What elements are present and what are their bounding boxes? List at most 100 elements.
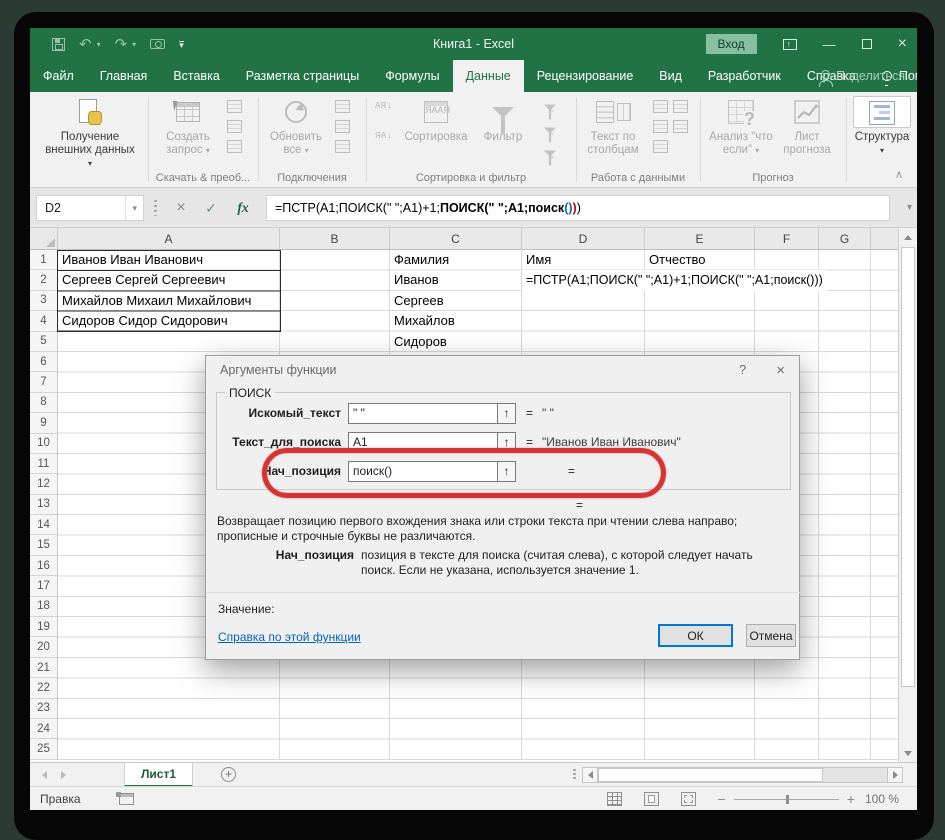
enter-entry-button[interactable]: ✓ [198,195,224,221]
cell-c5[interactable]: Сидоров [394,332,447,352]
row-header[interactable]: 12 [30,474,57,495]
camera-icon[interactable] [150,39,166,49]
row-header[interactable]: 13 [30,495,57,516]
row-header[interactable]: 3 [30,291,57,312]
field-input-iskomy-tekst[interactable]: " " [348,402,498,424]
collapse-ribbon-icon[interactable]: ∧ [895,168,903,181]
horizontal-scrollbar-thumb[interactable] [598,768,824,782]
select-all-corner[interactable] [30,228,58,249]
vertical-scrollbar[interactable] [898,228,917,762]
cell-c1[interactable]: Фамилия [394,250,449,270]
undo-icon[interactable]: ↶ [79,37,92,52]
refresh-all-button[interactable]: Обновить все ▾ [263,96,329,157]
formula-input[interactable]: =ПСТР(A1;ПОИСК(" ";A1)+1; ПОИСК(" ";A1;по… [266,195,890,221]
scroll-right-icon[interactable] [887,767,903,783]
cancel-button[interactable]: Отмена [746,624,796,647]
cancel-entry-button[interactable]: × [168,195,194,221]
row-header[interactable]: 23 [30,699,57,719]
tab-formulas[interactable]: Формулы [372,60,452,92]
column-header[interactable]: D [522,228,645,249]
zoom-slider[interactable] [733,794,839,804]
row-header[interactable]: 15 [30,535,57,556]
cell-a2[interactable]: Сергеев Сергей Сергеевич [62,270,225,290]
row-header[interactable]: 11 [30,454,57,475]
cell-c4[interactable]: Михайлов [394,311,455,331]
remove-duplicates-icon[interactable] [673,100,688,113]
cell-d1[interactable]: Имя [526,250,551,270]
flash-fill-icon[interactable] [653,100,668,113]
cell-c2[interactable]: Иванов [394,270,439,290]
row-header[interactable]: 9 [30,413,57,434]
get-external-data-button[interactable]: Получение внешних данных ▾ [44,96,136,170]
collapse-dialog-icon[interactable]: ↑ [498,431,516,453]
row-header[interactable]: 20 [30,637,57,658]
tab-data[interactable]: Данные [452,60,524,92]
row-header[interactable]: 7 [30,372,57,393]
next-sheet-icon[interactable] [61,770,66,779]
reapply-filter-icon[interactable]: ↻ [543,127,557,143]
sort-button[interactable]: ЯА АЯ Сортировка [399,96,473,144]
redo-icon[interactable]: ↷ [115,37,128,52]
tab-split-handle[interactable] [573,769,576,781]
tab-insert[interactable]: Вставка [160,60,232,92]
advanced-filter-icon[interactable]: ✎ [543,150,557,166]
column-header[interactable]: F [755,228,819,249]
zoom-in-icon[interactable]: + [847,791,855,807]
connections-icon[interactable] [335,100,350,113]
field-input-tekst-dlya-poiska[interactable]: A1 [348,431,498,453]
data-validation-icon[interactable] [653,120,668,133]
close-button[interactable]: × [898,36,907,52]
expand-formula-bar-icon[interactable]: ▾ [907,202,912,213]
tab-file[interactable]: Файл [30,60,87,92]
column-header[interactable]: B [280,228,390,249]
collapse-dialog-icon[interactable]: ↑ [498,460,516,482]
prev-sheet-icon[interactable] [42,770,47,779]
signin-button[interactable]: Вход [705,34,757,54]
row-header[interactable]: 14 [30,515,57,536]
function-help-link[interactable]: Справка по этой функции [218,630,361,644]
customize-qat-icon[interactable]: ▾ [179,40,184,49]
from-file-icon[interactable] [227,140,242,153]
row-header[interactable]: 10 [30,434,57,454]
horizontal-scrollbar[interactable] [573,767,903,783]
row-header[interactable]: 21 [30,658,57,679]
consolidate-icon[interactable] [673,120,688,133]
cell-e1[interactable]: Отчество [649,250,706,270]
recent-sources-icon[interactable] [227,120,242,133]
row-header[interactable]: 8 [30,393,57,414]
ok-button[interactable]: ОК [658,624,733,647]
zoom-slider-thumb[interactable] [786,794,790,804]
sort-az-button[interactable]: АЯ ↓ [375,101,392,111]
name-box-dropdown-icon[interactable]: ▾ [125,196,143,220]
minimize-button[interactable]: — [823,38,836,51]
scroll-left-icon[interactable] [582,767,598,783]
scroll-down-icon[interactable] [899,744,917,762]
row-header[interactable]: 24 [30,719,57,740]
relationships-icon[interactable] [653,140,668,153]
what-if-button[interactable]: Анализ "что если" ▾ [709,96,773,157]
row-header[interactable]: 6 [30,352,57,373]
vertical-scrollbar-thumb[interactable] [901,247,915,687]
name-box[interactable]: D2 ▾ [36,195,144,221]
cell-a3[interactable]: Михайлов Михаил Михайлович [62,291,251,311]
tab-developer[interactable]: Разработчик [695,60,794,92]
page-break-view-icon[interactable] [680,792,696,806]
column-header[interactable]: E [645,228,755,249]
normal-view-icon[interactable] [606,792,622,806]
zoom-level[interactable]: 100 % [865,792,899,806]
collapse-dialog-icon[interactable]: ↑ [498,402,516,424]
forecast-sheet-button[interactable]: Лист прогноза [777,96,837,157]
properties-icon[interactable] [335,120,350,133]
tab-page-layout[interactable]: Разметка страницы [233,60,372,92]
row-header[interactable]: 17 [30,576,57,597]
row-header[interactable]: 2 [30,270,57,291]
row-header[interactable]: 18 [30,597,57,618]
cell-a1[interactable]: Иванов Иван Иванович [62,250,203,270]
save-icon[interactable] [52,37,65,51]
from-table-icon[interactable] [227,100,242,113]
zoom-out-icon[interactable]: − [718,791,726,807]
redo-dropdown-icon[interactable]: ▾ [132,40,136,49]
tab-view[interactable]: Вид [646,60,695,92]
row-header[interactable]: 5 [30,332,57,352]
clear-filter-icon[interactable]: × [543,104,557,120]
